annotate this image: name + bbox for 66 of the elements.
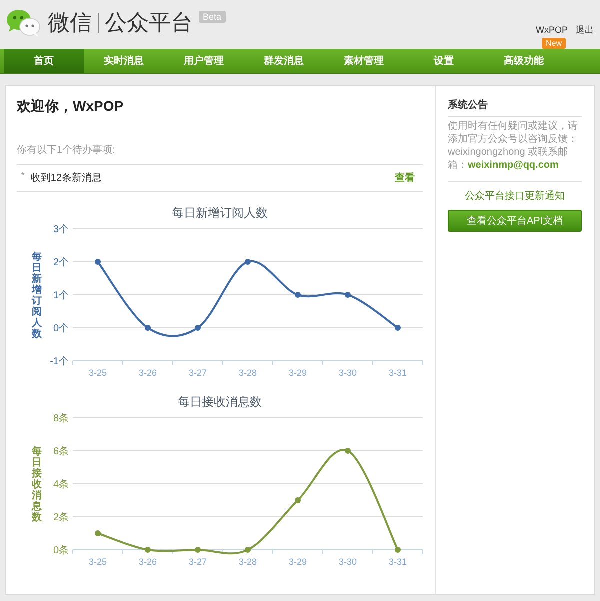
axis-label: 3-30 — [339, 557, 357, 567]
axis-tick-label: 0个 — [53, 324, 69, 334]
user-name-link[interactable]: WxPOP — [536, 25, 568, 36]
axis-label: 3-26 — [139, 557, 157, 567]
axis-title: 每日新增订阅人数 — [32, 252, 42, 340]
axis-tick-label: 4条 — [53, 480, 69, 490]
logout-link[interactable]: 退出 — [576, 25, 594, 36]
todo-text: 收到12条新消息 — [30, 172, 102, 185]
axis-tick-label: -1个 — [50, 356, 69, 368]
chart-title: 每日新增订阅人数 — [171, 206, 269, 221]
axis-label: 3-29 — [289, 557, 307, 567]
nav-tab[interactable]: 设置 — [404, 49, 484, 73]
nav-tab[interactable]: 用户管理 — [164, 49, 244, 73]
axis-label: 3-25 — [89, 557, 107, 567]
chat-bubbles-icon — [6, 8, 42, 38]
data-point — [345, 292, 351, 298]
view-link[interactable]: 查看 — [395, 171, 415, 185]
axis-tick-label: 3个 — [53, 224, 69, 236]
axis-tick-label: 8条 — [53, 414, 69, 424]
axis-label: 3-28 — [239, 557, 257, 567]
axis-label: 3-31 — [389, 368, 407, 378]
email-link[interactable]: weixinmp@qq.com — [468, 160, 559, 171]
axis-label: 3-27 — [189, 557, 207, 567]
axis-label: 3-26 — [139, 368, 157, 378]
axis-label: 3-25 — [89, 368, 107, 378]
axis-label: 3-31 — [389, 557, 407, 567]
axis-title: 每日接收消息数 — [32, 446, 42, 524]
axis-tick-label: 6条 — [53, 446, 69, 458]
nav-tab[interactable]: 素材管理 — [324, 49, 404, 73]
data-point — [295, 292, 301, 298]
axis-tick-label: 2条 — [53, 512, 69, 524]
data-point — [395, 547, 401, 553]
data-point — [295, 498, 301, 504]
axis-label: 3-30 — [339, 368, 357, 378]
logo-text: 微信 — [48, 10, 92, 36]
welcome-heading: 欢迎你，WxPOP — [17, 98, 125, 116]
data-point — [245, 259, 251, 265]
nav-tab[interactable]: 首页 — [4, 49, 84, 73]
nav-tab[interactable]: 高级功能 — [484, 49, 564, 73]
data-point — [245, 547, 251, 553]
todo-intro: 你有以下1个待办事项: — [17, 143, 423, 165]
axis-tick-label: 2个 — [53, 258, 69, 268]
axis-label: 3-29 — [289, 368, 307, 378]
data-point — [395, 325, 401, 331]
data-point — [95, 259, 101, 265]
data-point — [345, 448, 351, 454]
notice-title: 系统公告 — [448, 98, 582, 117]
data-point — [145, 547, 151, 553]
beta-badge: Beta — [199, 11, 226, 23]
data-point — [95, 530, 101, 536]
update-notice-link[interactable]: 公众平台接口更新通知 — [448, 189, 582, 203]
platform-title: 公众平台 — [105, 10, 193, 36]
nav-tab[interactable]: 实时消息 — [84, 49, 164, 73]
data-point — [195, 325, 201, 331]
chart-title: 每日接收消息数 — [177, 395, 263, 410]
axis-label: 3-27 — [189, 368, 207, 378]
bullet-mark: * — [21, 171, 25, 184]
nav-tab[interactable]: 群发消息 — [244, 49, 324, 73]
data-point — [145, 325, 151, 331]
axis-label: 3-28 — [239, 368, 257, 378]
axis-tick-label: 1个 — [53, 290, 69, 302]
new-badge: New — [542, 38, 566, 49]
api-docs-button[interactable]: 查看公众平台API文档 — [448, 210, 582, 232]
data-point — [195, 547, 201, 553]
axis-tick-label: 0条 — [53, 546, 69, 556]
notice-text: 使用时有任何疑问或建议，请添加官方公众号以咨询反馈：weixingongzhong 或联系邮箱：weixinmp@qq.com — [448, 120, 582, 182]
